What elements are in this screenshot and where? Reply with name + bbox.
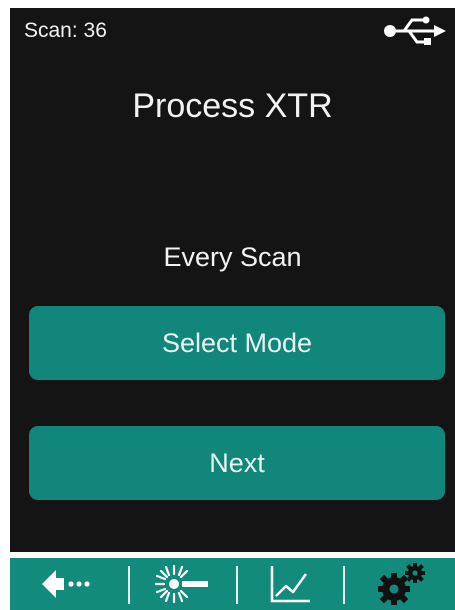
settings-gears-icon (377, 563, 425, 605)
nav-laser-button[interactable] (132, 558, 232, 610)
nav-separator (343, 566, 345, 604)
back-arrow-icon (42, 570, 90, 598)
bottom-navbar (10, 558, 455, 610)
nav-separator (128, 566, 130, 604)
page-title: Process XTR (132, 87, 333, 125)
current-mode-value: Every Scan (163, 242, 302, 272)
usb-icon (384, 16, 446, 45)
select-mode-button[interactable]: Select Mode (29, 306, 445, 380)
nav-chart-button[interactable] (240, 558, 340, 610)
nav-separator (236, 566, 238, 604)
next-button[interactable]: Next (29, 426, 445, 500)
nav-settings-button[interactable] (348, 558, 455, 610)
laser-icon (154, 564, 208, 604)
scan-count: Scan: 36 (24, 19, 107, 42)
device-screen: Scan: 36 Process XTR Every Scan Select M… (10, 8, 455, 552)
chart-icon (270, 566, 310, 603)
nav-back-button[interactable] (10, 558, 122, 610)
